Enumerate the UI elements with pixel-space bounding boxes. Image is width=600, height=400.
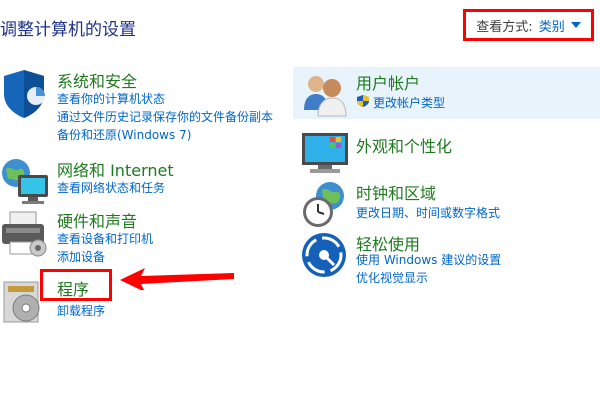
system-security-title[interactable]: 系统和安全 <box>57 68 137 92</box>
clock-region-link-1[interactable]: 更改日期、时间或数字格式 <box>356 204 500 221</box>
hardware-link-2[interactable]: 添加设备 <box>57 248 105 265</box>
appearance-monitor-icon <box>302 133 348 173</box>
hardware-sound-title[interactable]: 硬件和声音 <box>57 208 137 232</box>
category-hardware-sound: 硬件和声音 查看设备和打印机 添加设备 <box>0 208 290 266</box>
ease-of-access-icon <box>302 233 346 277</box>
programs-highlight-box <box>40 269 112 301</box>
ease-of-access-link-2[interactable]: 优化视觉显示 <box>356 269 428 286</box>
ease-of-access-link-1[interactable]: 使用 Windows 建议的设置 <box>356 251 501 268</box>
view-by-label: 查看方式: <box>476 19 533 35</box>
clock-region-title[interactable]: 时钟和区域 <box>356 180 436 204</box>
appearance-title[interactable]: 外观和个性化 <box>356 133 452 157</box>
view-by-selector[interactable]: 查看方式: 类别 <box>463 9 594 41</box>
category-network: 网络和 Internet 查看网络状态和任务 <box>0 157 290 204</box>
chevron-down-icon[interactable] <box>570 22 581 28</box>
category-ease-of-access: 轻松使用 使用 Windows 建议的设置 优化视觉显示 <box>300 231 595 291</box>
users-icon <box>304 76 347 117</box>
network-link-1[interactable]: 查看网络状态和任务 <box>57 179 165 196</box>
category-system-security: 系统和安全 查看你的计算机状态 通过文件历史记录保存你的文件备份副本 备份和还原… <box>0 68 290 143</box>
user-accounts-link-1[interactable]: 更改帐户类型 <box>373 94 445 111</box>
category-appearance: 外观和个性化 <box>300 127 595 177</box>
network-globe-icon <box>2 159 48 204</box>
clock-globe-icon <box>303 182 344 227</box>
category-clock-region: 时钟和区域 更改日期、时间或数字格式 <box>300 180 595 227</box>
page-title: 调整计算机的设置 <box>0 20 136 40</box>
shield-icon <box>357 95 369 107</box>
system-security-link-2[interactable]: 通过文件历史记录保存你的文件备份副本 <box>57 108 273 125</box>
category-user-accounts: 用户帐户 更改帐户类型 <box>300 70 595 117</box>
system-security-link-3[interactable]: 备份和还原(Windows 7) <box>57 126 191 143</box>
shield-icon <box>4 70 45 118</box>
network-title[interactable]: 网络和 Internet <box>57 157 174 181</box>
view-by-value[interactable]: 类别 <box>539 16 565 35</box>
hardware-link-1[interactable]: 查看设备和打印机 <box>57 230 153 247</box>
user-accounts-title[interactable]: 用户帐户 <box>356 70 420 94</box>
system-security-link-1[interactable]: 查看你的计算机状态 <box>57 90 165 107</box>
printer-icon <box>2 211 47 257</box>
view-by-dropdown[interactable]: 类别 <box>539 16 581 35</box>
programs-link-uninstall[interactable]: 卸载程序 <box>57 302 105 319</box>
annotation-arrow-icon <box>120 268 234 290</box>
